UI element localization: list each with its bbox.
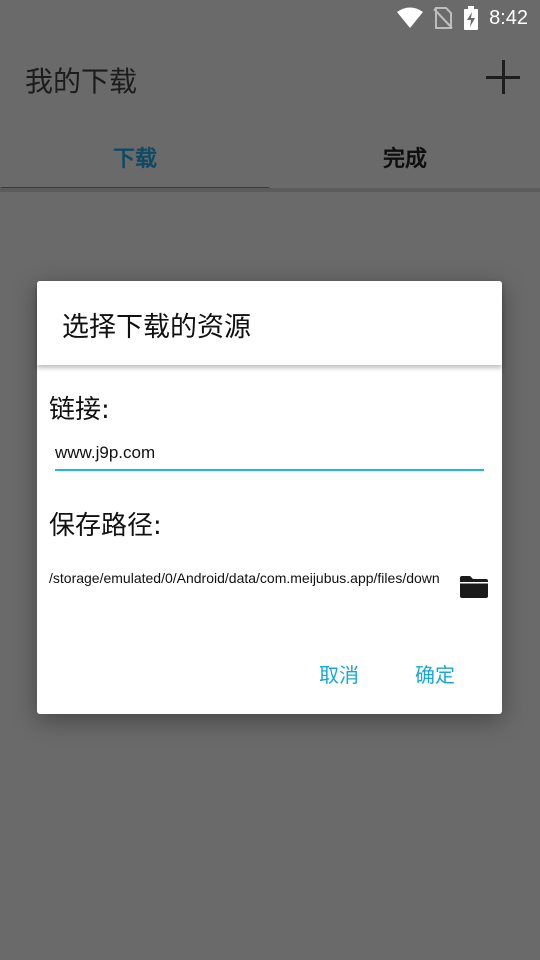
dialog-header: 选择下载的资源 [37,281,502,365]
battery-charging-icon [464,6,479,30]
no-sim-icon [433,7,453,29]
save-path-value: /storage/emulated/0/Android/data/com.mei… [49,570,440,586]
tab-bar: 下载 完成 [0,122,540,192]
app-bar: 我的下载 [0,36,540,122]
status-icons: 8:42 [397,5,528,31]
tab-download-label: 下载 [112,147,157,172]
folder-icon[interactable] [459,575,489,599]
confirm-button[interactable]: 确定 [415,659,455,688]
tab-done-label: 完成 [382,147,427,172]
status-bar: 8:42 [0,0,540,36]
status-time: 8:42 [489,6,528,29]
link-label: 链接: [49,395,110,425]
save-path-label: 保存路径: [49,511,162,541]
tab-done[interactable]: 完成 [270,122,540,192]
dialog-title: 选择下载的资源 [62,312,251,343]
cancel-button[interactable]: 取消 [319,659,359,688]
tab-divider [0,188,540,192]
link-input[interactable] [55,441,484,471]
tab-download[interactable]: 下载 [0,122,270,192]
wifi-icon [397,7,424,28]
download-dialog: 选择下载的资源 链接: 保存路径: /storage/emulated/0/An… [37,281,502,714]
page-title: 我的下载 [25,65,138,98]
add-icon[interactable] [486,60,520,94]
